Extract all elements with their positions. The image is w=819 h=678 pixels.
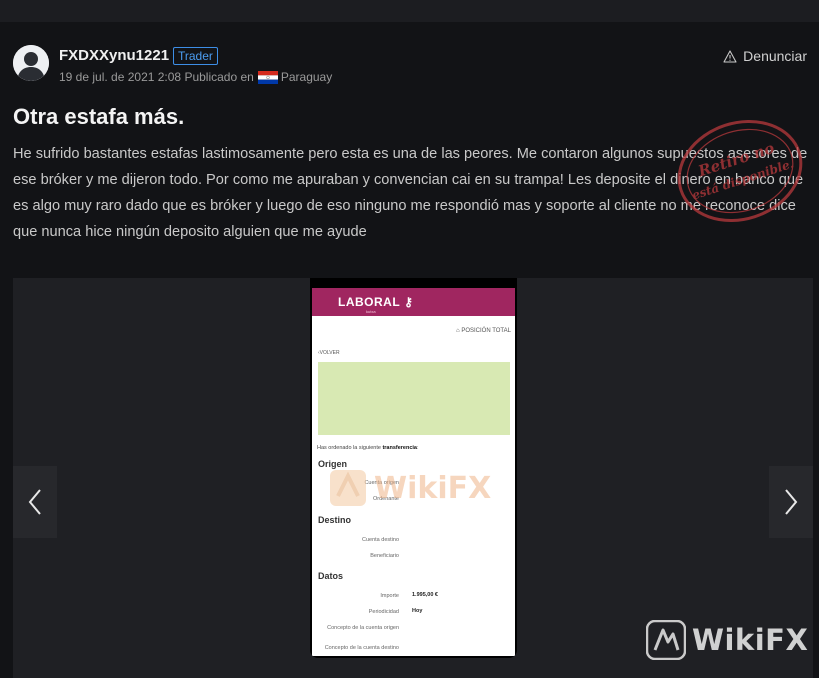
trader-badge: Trader [173,47,218,65]
bank-app-screenshot: LABORAL ⚷ kutxa ⌂ POSICIÓN TOTAL ‹VOLVER… [312,288,515,656]
image-gallery[interactable]: LABORAL ⚷ kutxa ⌂ POSICIÓN TOTAL ‹VOLVER… [13,278,813,678]
paraguay-flag-icon [257,70,278,84]
chevron-left-icon [28,489,41,515]
country-name: Paraguay [280,70,333,84]
origin-orderer-label: Ordenante [373,496,399,502]
warning-triangle-icon [723,49,737,63]
concept-origin-label: Concepto de la cuenta origen [327,625,399,631]
amount-value: 1.995,00 € [412,592,438,598]
back-link: ‹VOLVER [318,350,340,356]
bank-brand-sub: kutxa [366,309,376,314]
post-date: 19 de jul. de 2021 2:08 [59,70,182,84]
bank-brand-bar: LABORAL ⚷ kutxa [312,288,515,316]
published-in-label: Publicado en [184,70,254,84]
destination-account-label: Cuenta destino [362,537,399,543]
data-title: Datos [318,571,344,581]
avatar[interactable] [13,45,49,81]
user-silhouette-icon [13,45,49,81]
concept-destination-label: Concepto de la cuenta destino [324,645,399,651]
periodicity-value: Hoy [412,608,423,614]
beneficiary-label: Beneficiario [370,553,399,559]
amount-label: Importe [380,593,399,599]
post-body: He sufrido bastantes estafas lastimosame… [13,146,808,240]
username[interactable]: FXDXXynu1221 [59,47,169,64]
wikifx-logo-icon [646,620,686,660]
destination-title: Destino [318,515,352,525]
wikifx-watermark-corner: WikiFX [646,618,808,662]
report-label: Denunciar [743,48,807,64]
position-total: ⌂ POSICIÓN TOTAL [456,328,511,334]
green-banner [318,362,510,435]
gallery-prev-button[interactable] [13,466,57,538]
post-meta: 19 de jul. de 2021 2:08 Publicado en Par… [59,70,332,84]
evidence-image[interactable]: LABORAL ⚷ kutxa ⌂ POSICIÓN TOTAL ‹VOLVER… [310,278,517,658]
bank-brand: LABORAL [338,295,401,309]
origin-title: Origen [318,459,348,469]
report-button[interactable]: Denunciar [723,48,807,64]
top-bar [0,0,819,22]
chevron-right-icon [785,489,798,515]
bank-logo-icon: ⚷ [404,295,413,309]
gallery-next-button[interactable] [769,466,813,538]
post-title: Otra estafa más. [13,104,185,129]
origin-account-label: Cuenta origen [364,480,399,486]
periodicity-label: Periodicidad [368,609,399,615]
ordered-transfer-text: Has ordenado la siguiente transferencia: [317,445,419,451]
wikifx-watermark-text: WikiFX [692,623,809,657]
